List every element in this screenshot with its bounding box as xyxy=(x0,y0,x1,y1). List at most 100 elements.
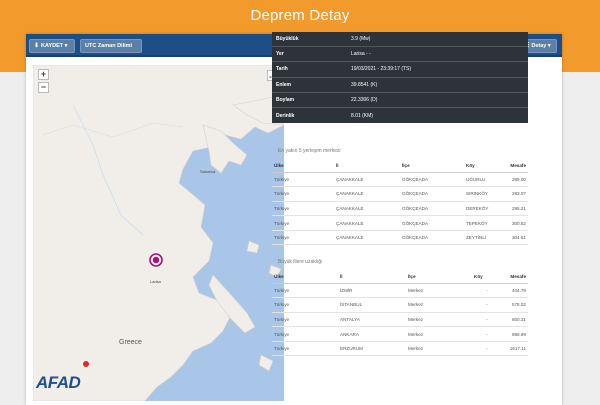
table-cell: İZMİR xyxy=(338,283,406,299)
table-header-row: Ülke İl İlçe Köy Mesafe xyxy=(272,160,528,173)
column-header: İl xyxy=(334,160,400,173)
table-cell: TEPEKÖY xyxy=(464,215,500,231)
info-row: Enlem 39.8541 (K) xyxy=(272,78,528,93)
column-header: İlçe xyxy=(400,160,464,173)
info-value: 8.01 (KM) xyxy=(351,112,373,119)
info-key: Tarih xyxy=(276,66,288,73)
column-header: Köy xyxy=(464,160,500,173)
info-value: 3.9 (Mw) xyxy=(351,36,371,43)
utc-timezone-button[interactable]: UTC Zaman Dilimi xyxy=(80,39,142,53)
table-cell: ERZURUM xyxy=(338,341,406,357)
table-cell: 578.02 xyxy=(500,297,528,313)
save-button-label: KAYDET xyxy=(41,43,64,49)
table-cell: GÖKÇEADA xyxy=(400,230,464,246)
save-button[interactable]: ⬇ KAYDET ▾ xyxy=(29,39,75,53)
land-mainland xyxy=(33,65,284,401)
column-header: Ülke xyxy=(272,160,334,173)
table-row: Türkiye İZMİR Merkez -444.78 xyxy=(272,283,528,299)
download-icon: ⬇ xyxy=(34,43,40,49)
info-row: Büyüklük 3.9 (Mw) xyxy=(272,32,528,48)
info-row: Boylam 22.3306 (D) xyxy=(272,93,528,108)
table-cell: Türkiye xyxy=(272,172,334,188)
table-cell: ANTALYA xyxy=(338,312,406,328)
info-key: Büyüklük xyxy=(276,36,299,43)
table-cell: ÇANAKKALE xyxy=(334,230,400,246)
table-cell: ÇANAKKALE xyxy=(334,215,400,231)
map-land xyxy=(33,65,284,401)
table-cell: Türkiye xyxy=(272,297,338,313)
table-cell: 1617.11 xyxy=(500,341,528,357)
table-cell: Türkiye xyxy=(272,230,334,246)
column-header: İlçe xyxy=(406,271,472,284)
table-row: Türkiye ÇANAKKALE GÖKÇEADA DEREKÖY 295.21 xyxy=(272,201,528,217)
table-header-row: Ülke İl İlçe Köy Mesafe xyxy=(272,271,528,284)
table-cell: GÖKÇEADA xyxy=(400,172,464,188)
zoom-in-button[interactable]: + xyxy=(38,69,49,80)
column-header: İl xyxy=(338,271,406,284)
info-row: Yer Larisa - - xyxy=(272,47,528,63)
table-cell: - xyxy=(472,283,500,299)
table-cell: GÖKÇEADA xyxy=(400,201,464,217)
nearest-settlements-title: En yakın 5 yerleşim merkezi xyxy=(278,148,341,154)
table-cell: GÖKÇEADA xyxy=(400,215,464,231)
table-cell: Türkiye xyxy=(272,341,338,357)
table-row: Türkiye ÇANAKKALE GÖKÇEADA SIRINKÖY 293.07 xyxy=(272,186,528,202)
info-key: Yer xyxy=(276,51,284,58)
table-cell: UĞURLU xyxy=(464,172,500,188)
table-cell: 289.00 xyxy=(500,172,528,188)
table-cell: ÇANAKKALE xyxy=(334,172,400,188)
table-cell: 898.99 xyxy=(500,326,528,342)
table-cell: 295.21 xyxy=(500,201,528,217)
table-cell: - xyxy=(472,326,500,342)
table-row: Türkiye İSTANBUL Merkez -578.02 xyxy=(272,297,528,313)
table-cell: Merkez xyxy=(406,326,472,342)
info-key: Enlem xyxy=(276,81,292,88)
table-cell: ÇANAKKALE xyxy=(334,201,400,217)
info-row: Tarih 19/03/2021 - 23:39:17 (TS) xyxy=(272,62,528,78)
table-cell: İSTANBUL xyxy=(338,297,406,313)
table-row: Türkiye ÇANAKKALE GÖKÇEADA TEPEKÖY 300.52 xyxy=(272,215,528,231)
info-row: Derinlik 8.01 (KM) xyxy=(272,108,528,123)
table-cell: 304.51 xyxy=(500,230,528,246)
table-cell: 444.78 xyxy=(500,283,528,299)
zoom-out-button[interactable]: − xyxy=(38,82,49,93)
table-cell: Türkiye xyxy=(272,326,338,342)
table-cell: Türkiye xyxy=(272,201,334,217)
info-value: 19/03/2021 - 23:39:17 (TS) xyxy=(351,66,412,73)
column-header: Köy xyxy=(472,271,500,284)
map[interactable]: + − ⤢ Salonica Larisa Greece AFAD xyxy=(33,65,284,401)
page-title: Deprem Detay xyxy=(250,7,350,24)
table-cell: Türkiye xyxy=(272,215,334,231)
afad-logo-mark xyxy=(83,361,89,367)
table-cell: Merkez xyxy=(406,283,472,299)
land-island-3 xyxy=(258,354,274,372)
table-cell: ANKARA xyxy=(338,326,406,342)
land-island-1 xyxy=(246,240,260,254)
column-header: Ülke xyxy=(272,271,338,284)
table-cell: Merkez xyxy=(406,341,472,357)
table-cell: ZEYTİNLİ xyxy=(464,230,500,246)
table-row: Türkiye ERZURUM Merkez -1617.11 xyxy=(272,341,528,357)
table-cell: Merkez xyxy=(406,297,472,313)
map-label-greece: Greece xyxy=(119,339,142,346)
table-row: Türkiye ANTALYA Merkez -800.31 xyxy=(272,312,528,328)
afad-logo: AFAD xyxy=(36,373,81,392)
detail-button-label: Detay xyxy=(531,43,547,49)
table-cell: SIRINKÖY xyxy=(464,186,500,202)
table-cell: GÖKÇEADA xyxy=(400,186,464,202)
info-key: Boylam xyxy=(276,96,295,103)
table-row: Türkiye ÇANAKKALE GÖKÇEADA UĞURLU 289.00 xyxy=(272,172,528,188)
table-cell: 300.52 xyxy=(500,215,528,231)
table-cell: Türkiye xyxy=(272,283,338,299)
column-header: Mesafe xyxy=(500,271,528,284)
map-label-larisa: Larisa xyxy=(150,279,161,284)
table-cell: - xyxy=(472,341,500,357)
epicenter-core xyxy=(152,256,160,264)
info-value: Larisa - - xyxy=(351,51,371,58)
table-cell: 293.07 xyxy=(500,186,528,202)
table-cell: Türkiye xyxy=(272,186,334,202)
table-cell: ÇANAKKALE xyxy=(334,186,400,202)
info-value: 39.8541 (K) xyxy=(351,81,378,88)
major-cities-title: Büyük illere uzaklığı xyxy=(278,259,323,265)
info-value: 22.3306 (D) xyxy=(351,96,378,103)
